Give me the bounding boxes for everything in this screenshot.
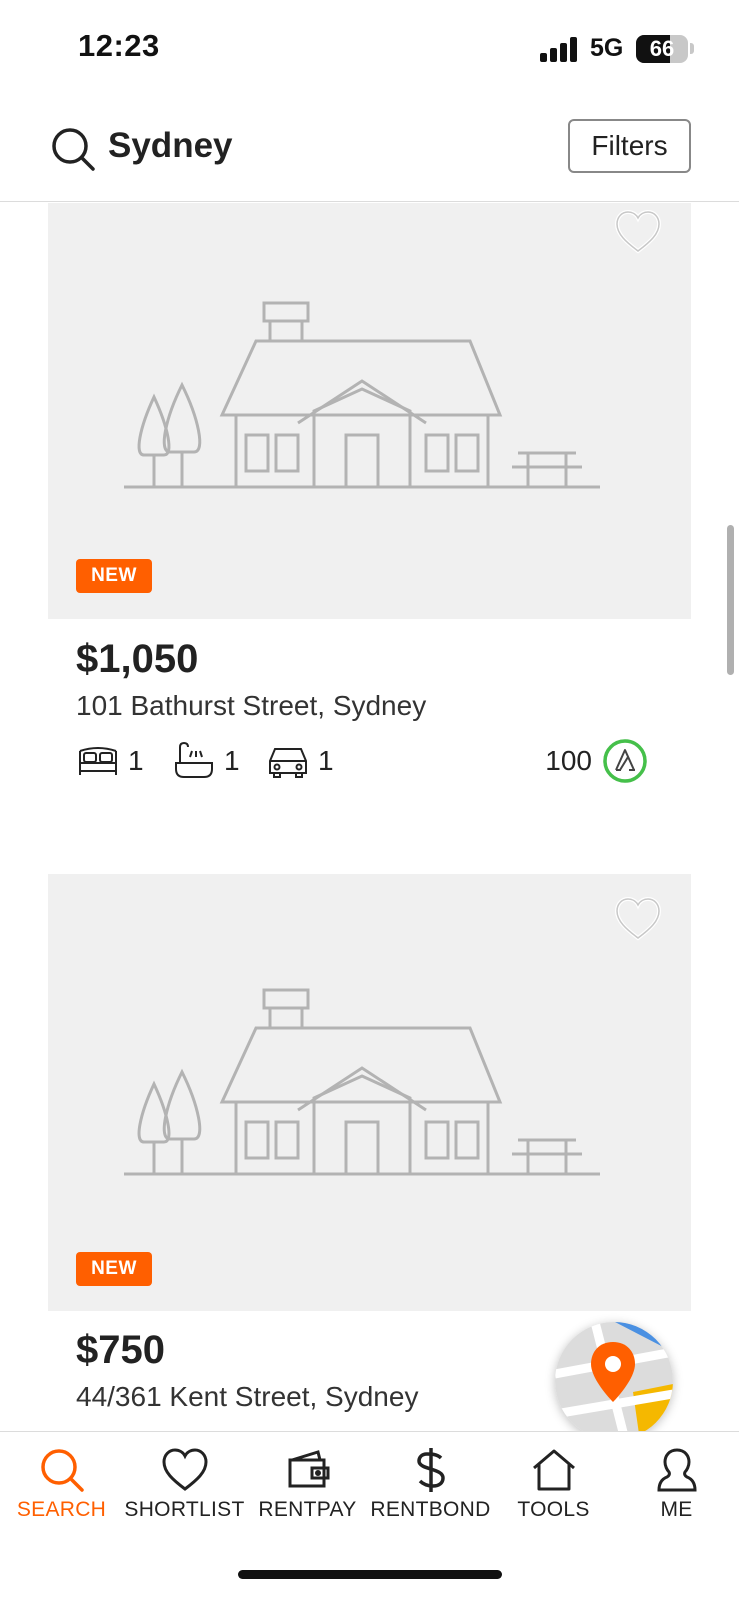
nav-label: RENTBOND — [370, 1498, 491, 1521]
house-placeholder-icon — [124, 988, 600, 1176]
nav-label: SHORTLIST — [124, 1498, 245, 1521]
listing-card[interactable]: NEW $1,050 101 Bathurst Street, Sydney 1 — [48, 203, 691, 837]
search-icon — [40, 1449, 84, 1492]
nav-rentpay[interactable]: RENTPAY — [246, 1446, 369, 1536]
listing-photo-placeholder[interactable]: NEW — [48, 203, 691, 619]
feature-bedrooms: 1 — [76, 737, 144, 785]
feature-parking: 1 — [266, 737, 334, 785]
nav-label: TOOLS — [517, 1498, 590, 1521]
listing-address: 44/361 Kent Street, Sydney — [76, 1381, 419, 1412]
walk-score-icon — [603, 739, 647, 783]
parking-count: 1 — [318, 745, 334, 776]
bedroom-count: 1 — [128, 745, 144, 776]
wallet-icon — [288, 1450, 329, 1488]
nav-rentbond[interactable]: RENTBOND — [369, 1446, 492, 1536]
status-bar: 12:23 5G 66 — [0, 0, 739, 100]
scrollbar[interactable] — [727, 525, 734, 675]
listings-feed[interactable]: NEW $1,050 101 Bathurst Street, Sydney 1 — [0, 203, 739, 1431]
heart-icon — [161, 1448, 208, 1491]
battery-tip — [690, 43, 694, 54]
dollar-icon — [416, 1448, 445, 1492]
nav-me[interactable]: ME — [615, 1446, 738, 1536]
house-placeholder-icon — [124, 301, 600, 489]
listing-price: $1,050 — [76, 637, 199, 681]
listing-price: $750 — [76, 1328, 165, 1372]
nav-shortlist[interactable]: SHORTLIST — [123, 1446, 246, 1536]
nav-search[interactable]: SEARCH — [0, 1446, 123, 1536]
listing-address: 101 Bathurst Street, Sydney — [76, 690, 427, 721]
nav-tools[interactable]: TOOLS — [492, 1446, 615, 1536]
bed-icon — [79, 747, 117, 775]
nav-label: ME — [660, 1498, 693, 1521]
battery-icon: 66 — [636, 35, 688, 63]
bath-icon — [175, 741, 213, 778]
map-view-button[interactable] — [555, 1322, 673, 1440]
search-header: Sydney Filters — [0, 100, 739, 202]
nav-label: RENTPAY — [258, 1498, 357, 1521]
favorite-heart-icon[interactable] — [614, 209, 662, 255]
walk-score-value: 100 — [545, 745, 592, 776]
listing-photo-placeholder[interactable]: NEW — [48, 874, 691, 1311]
search-icon[interactable] — [50, 126, 96, 172]
home-icon — [532, 1449, 575, 1491]
feature-bathrooms: 1 — [172, 737, 240, 785]
new-badge: NEW — [76, 559, 152, 593]
map-icon — [555, 1322, 673, 1440]
walk-score[interactable]: 100 — [545, 737, 648, 785]
cellular-signal-icon — [540, 36, 580, 62]
car-icon — [269, 748, 307, 778]
battery-percent: 66 — [649, 36, 675, 61]
search-location[interactable]: Sydney — [108, 126, 233, 166]
status-time: 12:23 — [78, 28, 160, 63]
network-type: 5G — [590, 34, 624, 62]
new-badge: NEW — [76, 1252, 152, 1286]
nav-label: SEARCH — [16, 1498, 107, 1521]
profile-icon — [656, 1448, 697, 1492]
listing-features: 1 1 1 100 — [76, 737, 676, 785]
filters-button[interactable]: Filters — [568, 119, 691, 173]
home-indicator[interactable] — [238, 1570, 502, 1579]
favorite-heart-icon[interactable] — [614, 896, 662, 942]
bathroom-count: 1 — [224, 745, 240, 776]
